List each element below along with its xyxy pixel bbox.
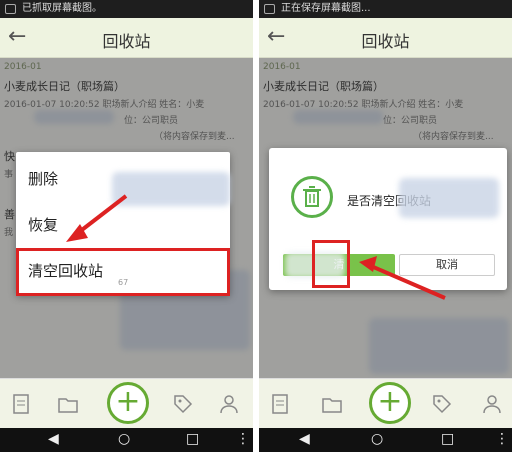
screenshot-icon xyxy=(5,4,16,14)
highlight-box xyxy=(312,240,350,288)
home-nav-icon[interactable]: ○ xyxy=(118,431,130,447)
folder-icon[interactable] xyxy=(57,393,79,415)
folder-icon[interactable] xyxy=(321,393,343,415)
app-bar: ← 回收站 xyxy=(259,18,512,58)
system-nav-bar: ◀ ○ □ ⋮ xyxy=(259,428,512,452)
note-icon[interactable] xyxy=(10,393,32,415)
status-bar: 已抓取屏幕截图。 xyxy=(0,0,253,18)
user-icon[interactable] xyxy=(218,393,240,415)
page-title: 回收站 xyxy=(361,32,410,51)
recents-nav-icon[interactable]: □ xyxy=(186,431,199,447)
back-nav-icon[interactable]: ◀ xyxy=(299,431,310,447)
tag-icon[interactable] xyxy=(431,393,453,415)
cancel-button[interactable]: 取消 xyxy=(399,254,495,276)
app-bar: ← 回收站 xyxy=(0,18,253,58)
page-title: 回收站 xyxy=(102,32,151,51)
menu-item-restore[interactable]: 恢复 xyxy=(28,214,58,235)
left-screenshot: 已抓取屏幕截图。 ← 回收站 2016-01 小麦成长日记（职场篇） 2016-… xyxy=(0,0,253,452)
more-nav-icon[interactable]: ⋮ xyxy=(495,431,509,447)
recents-nav-icon[interactable]: □ xyxy=(441,431,454,447)
back-nav-icon[interactable]: ◀ xyxy=(48,431,59,447)
status-bar: 正在保存屏幕截图... xyxy=(259,0,512,18)
more-nav-icon[interactable]: ⋮ xyxy=(236,431,250,447)
add-note-button[interactable]: + xyxy=(369,382,411,424)
screenshot-icon xyxy=(264,4,275,14)
right-screenshot: 正在保存屏幕截图... ← 回收站 2016-01 小麦成长日记（职场篇） 20… xyxy=(259,0,512,452)
bottom-toolbar: + xyxy=(0,378,253,428)
bottom-toolbar: + xyxy=(259,378,512,428)
blurred-region xyxy=(399,178,499,218)
highlight-box xyxy=(16,248,230,296)
add-note-button[interactable]: + xyxy=(107,382,149,424)
menu-item-delete[interactable]: 删除 xyxy=(28,168,58,189)
status-text: 正在保存屏幕截图... xyxy=(281,3,371,14)
user-icon[interactable] xyxy=(481,393,503,415)
status-text: 已抓取屏幕截图。 xyxy=(22,3,102,14)
blurred-region xyxy=(112,172,230,206)
note-icon[interactable] xyxy=(269,393,291,415)
system-nav-bar: ◀ ○ □ ⋮ xyxy=(0,428,253,452)
home-nav-icon[interactable]: ○ xyxy=(371,431,383,447)
trash-icon xyxy=(291,176,333,218)
confirm-dialog: 是否清空回收站 清 取消 xyxy=(269,148,507,290)
tag-icon[interactable] xyxy=(172,393,194,415)
